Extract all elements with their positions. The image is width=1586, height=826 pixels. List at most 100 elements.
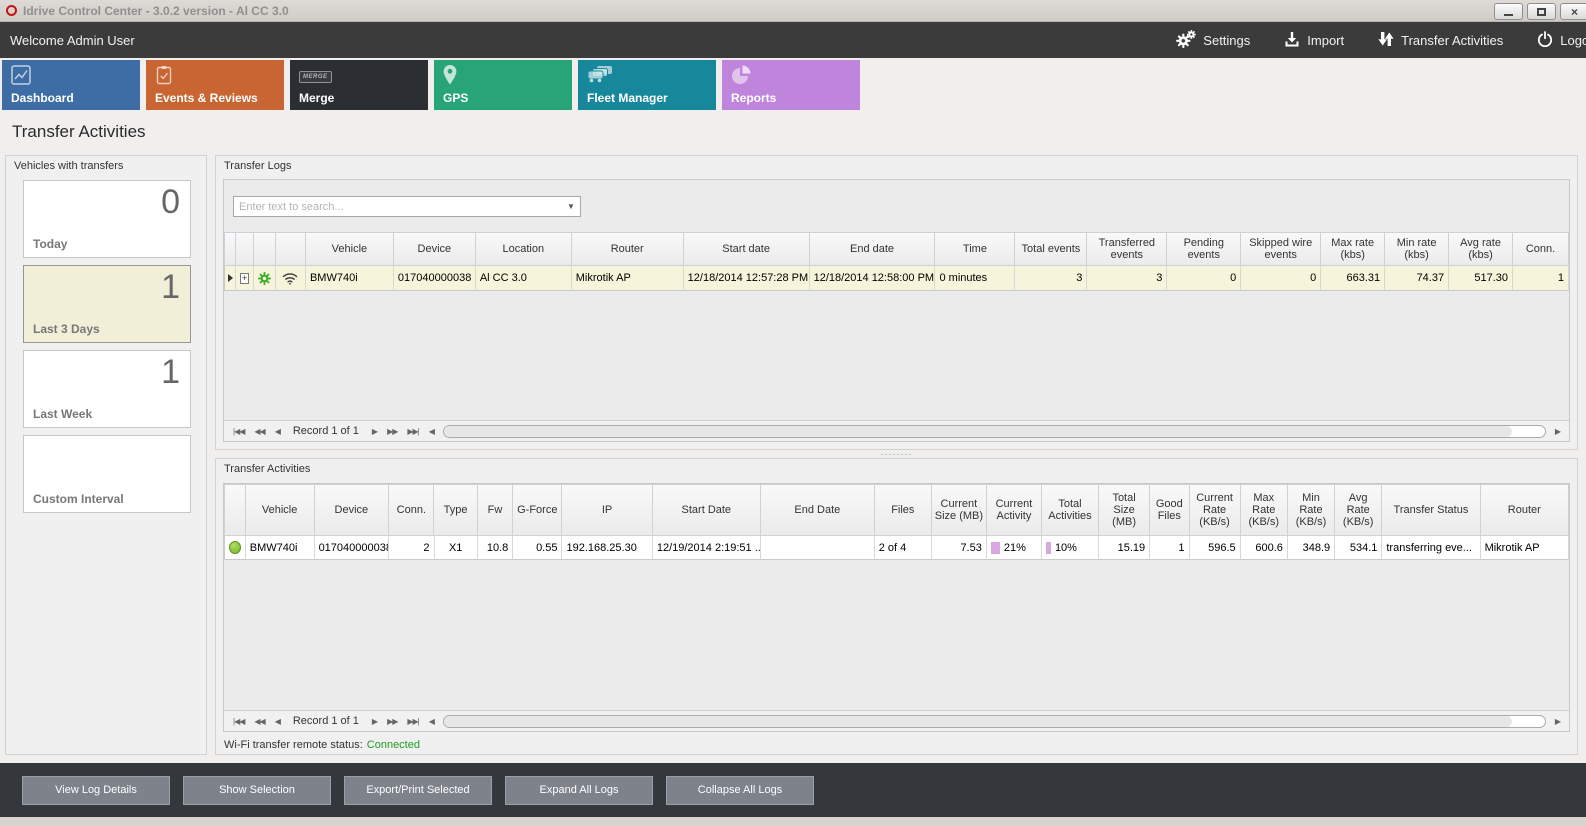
card-today[interactable]: 0 Today <box>23 180 191 258</box>
first-record-icon[interactable]: |◀◀ <box>228 717 249 726</box>
logout-button[interactable]: Logout <box>1537 31 1586 50</box>
tab-dashboard[interactable]: Dashboard <box>2 60 140 110</box>
prev-page-icon[interactable]: ◀◀ <box>249 427 269 436</box>
column-header[interactable]: Max Rate (KB/s) <box>1241 484 1288 536</box>
vehicles-with-transfers-panel: Vehicles with transfers 0 Today 1 Last 3… <box>5 155 207 755</box>
column-header[interactable]: Conn. <box>1513 232 1569 266</box>
column-header[interactable]: Min rate (kbs) <box>1385 232 1449 266</box>
column-header[interactable]: Good Files <box>1150 484 1189 536</box>
transfer-activities-data-row[interactable]: BMW740i 017040000038 2 X1 10.8 0.55 192.… <box>224 536 1569 560</box>
column-header[interactable]: Current Rate (KB/s) <box>1190 484 1241 536</box>
maximize-icon <box>1537 8 1546 16</box>
search-dropdown-button[interactable]: ▼ <box>562 197 580 216</box>
wifi-cell <box>276 266 306 291</box>
column-header[interactable]: Skipped wire events <box>1241 232 1321 266</box>
column-header[interactable]: Total events <box>1015 232 1087 266</box>
column-header[interactable]: Device <box>315 484 390 536</box>
cell-vehicle: BMW740i <box>306 266 394 291</box>
settings-button[interactable]: Settings <box>1176 30 1250 51</box>
column-header[interactable]: G-Force <box>513 484 562 536</box>
tab-fleet-manager[interactable]: Fleet Manager <box>578 60 716 110</box>
column-header[interactable]: Avg Rate (KB/s) <box>1335 484 1382 536</box>
status-cell <box>224 536 246 560</box>
last-record-icon[interactable]: ▶▶| <box>402 427 423 436</box>
cell-end-date <box>761 536 875 560</box>
tab-merge[interactable]: MERGE Merge <box>290 60 428 110</box>
expand-all-logs-button[interactable]: Expand All Logs <box>505 776 653 805</box>
next-page-icon[interactable]: ▶▶ <box>382 427 402 436</box>
show-selection-button[interactable]: Show Selection <box>183 776 331 805</box>
next-record-icon[interactable]: ▶ <box>367 717 382 726</box>
scrollbar-thumb[interactable] <box>444 716 1512 727</box>
import-button[interactable]: Import <box>1284 31 1344 50</box>
prev-record-icon[interactable]: ◀ <box>270 427 285 436</box>
column-header[interactable]: Pending events <box>1167 232 1241 266</box>
settings-label: Settings <box>1203 33 1250 48</box>
column-header[interactable]: Transfer Status <box>1382 484 1480 536</box>
column-header[interactable]: End date <box>810 232 936 266</box>
column-header[interactable]: Vehicle <box>306 232 394 266</box>
first-record-icon[interactable]: |◀◀ <box>228 427 249 436</box>
minimize-button[interactable] <box>1494 3 1523 20</box>
topbar-actions: Settings Import Transfer Activities Logo… <box>1176 22 1586 58</box>
tab-events-reviews[interactable]: Events & Reviews <box>146 60 284 110</box>
wifi-status-value: Connected <box>367 739 420 751</box>
column-header[interactable]: Start date <box>684 232 810 266</box>
view-log-details-button[interactable]: View Log Details <box>22 776 170 805</box>
column-header[interactable]: Current Size (MB) <box>932 484 987 536</box>
prev-record-icon[interactable]: ◀ <box>270 717 285 726</box>
card-count: 0 <box>161 183 180 222</box>
transfer-activities-title: Transfer Activities <box>216 459 1577 475</box>
column-header[interactable]: Start Date <box>653 484 761 536</box>
horizontal-scrollbar[interactable] <box>443 425 1546 438</box>
column-header[interactable]: Time <box>935 232 1015 266</box>
close-button[interactable]: × <box>1560 3 1586 20</box>
column-header[interactable]: Router <box>572 232 684 266</box>
column-header[interactable]: Max rate (kbs) <box>1321 232 1385 266</box>
column-header[interactable]: Total Size (MB) <box>1099 484 1150 536</box>
column-header[interactable]: End Date <box>761 484 875 536</box>
prev-page-icon[interactable]: ◀◀ <box>249 717 269 726</box>
column-header[interactable]: Current Activity <box>987 484 1042 536</box>
card-custom-interval[interactable]: Custom Interval <box>23 435 191 513</box>
next-record-icon[interactable]: ▶ <box>367 427 382 436</box>
column-header[interactable]: IP <box>562 484 652 536</box>
panel-splitter[interactable]: ········ <box>215 450 1578 458</box>
cell-device: 017040000038 <box>315 536 390 560</box>
transfer-arrows-icon <box>1378 31 1394 50</box>
welcome-text: Welcome Admin User <box>0 33 135 48</box>
horizontal-scrollbar[interactable] <box>443 715 1546 728</box>
column-header[interactable]: Conn. <box>389 484 434 536</box>
column-header[interactable]: Vehicle <box>246 484 315 536</box>
last-record-icon[interactable]: ▶▶| <box>402 717 423 726</box>
column-header[interactable]: Avg rate (kbs) <box>1449 232 1513 266</box>
column-header[interactable]: Transferred events <box>1087 232 1167 266</box>
scroll-right-icon[interactable]: ▶ <box>1550 717 1565 726</box>
collapse-all-logs-button[interactable]: Collapse All Logs <box>666 776 814 805</box>
search-input[interactable] <box>234 201 562 213</box>
scroll-left-icon[interactable]: ◀ <box>424 427 439 436</box>
transfer-activities-button[interactable]: Transfer Activities <box>1378 31 1503 50</box>
transfer-logs-data-row[interactable]: + BMW740i 017040000038 Al CC 3.0 Mikroti… <box>224 266 1569 291</box>
column-header[interactable]: Total Activities <box>1042 484 1099 536</box>
column-header[interactable]: Router <box>1481 484 1569 536</box>
column-header[interactable]: Min Rate (KB/s) <box>1288 484 1335 536</box>
column-header[interactable]: Fw <box>478 484 513 536</box>
card-last-week[interactable]: 1 Last Week <box>23 350 191 428</box>
card-last-3-days[interactable]: 1 Last 3 Days <box>23 265 191 343</box>
column-header[interactable]: Type <box>434 484 477 536</box>
column-header[interactable]: Files <box>875 484 932 536</box>
column-header[interactable]: Location <box>476 232 572 266</box>
tab-gps[interactable]: GPS <box>434 60 572 110</box>
export-print-selected-button[interactable]: Export/Print Selected <box>344 776 492 805</box>
tab-reports[interactable]: Reports <box>722 60 860 110</box>
next-page-icon[interactable]: ▶▶ <box>382 717 402 726</box>
scroll-right-icon[interactable]: ▶ <box>1550 427 1565 436</box>
cell-min-rate: 348.9 <box>1288 536 1335 560</box>
expand-icon[interactable]: + <box>240 273 249 284</box>
cell-avg-rate: 534.1 <box>1335 536 1382 560</box>
scrollbar-thumb[interactable] <box>444 426 1512 437</box>
scroll-left-icon[interactable]: ◀ <box>424 717 439 726</box>
column-header[interactable]: Device <box>394 232 476 266</box>
maximize-button[interactable] <box>1527 3 1556 20</box>
